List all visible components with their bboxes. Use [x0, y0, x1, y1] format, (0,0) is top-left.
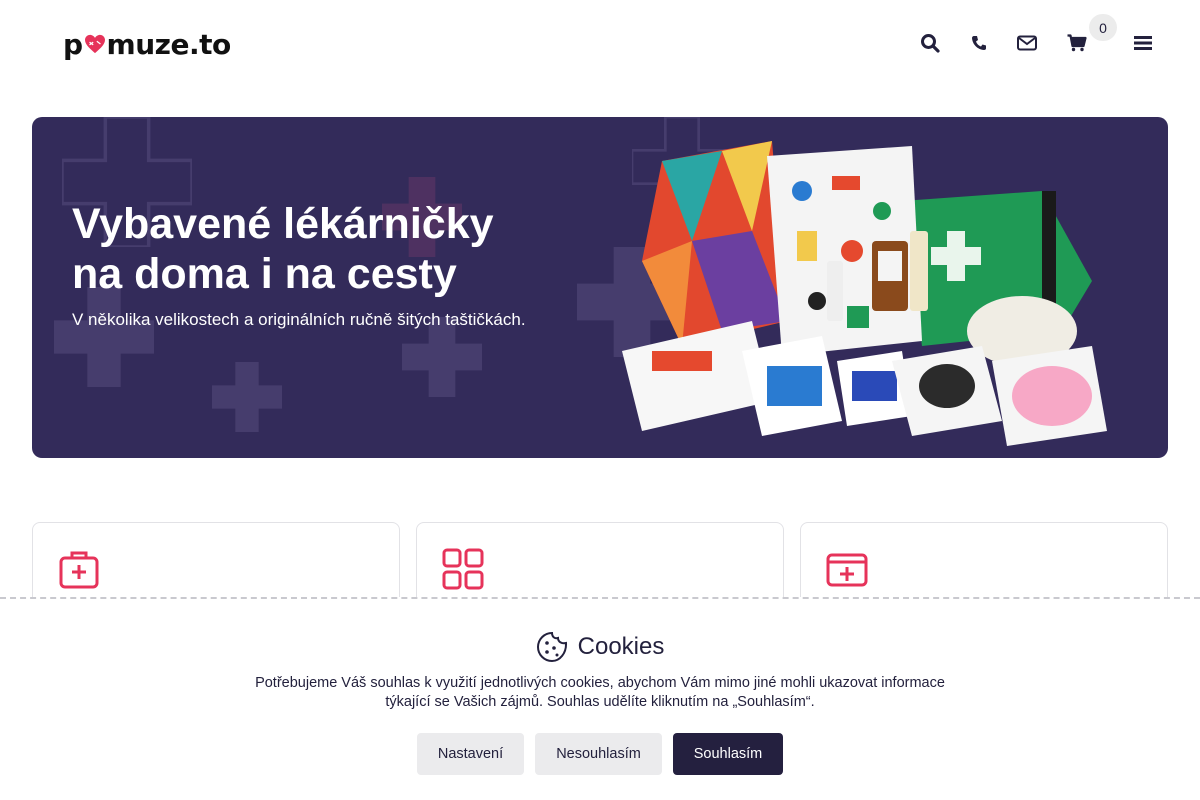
cart-button[interactable]: [1062, 28, 1092, 58]
menu-button[interactable]: [1128, 28, 1158, 58]
phone-icon: [972, 36, 986, 50]
cookie-heading: Cookies: [577, 633, 665, 660]
search-button[interactable]: [915, 28, 945, 58]
phone-button[interactable]: [964, 28, 994, 58]
hero-title: Vybavené lékárničky na doma i na cesty: [72, 199, 592, 299]
medical-bag-icon: [59, 551, 99, 589]
cookie-consent-bar: Cookies Potřebujeme Váš souhlas k využit…: [0, 597, 1200, 800]
cookie-title: Cookies: [0, 631, 1200, 663]
hero-subtitle: V několika velikostech a originálních ru…: [72, 310, 526, 329]
cookie-reject-button[interactable]: Nesouhlasím: [535, 733, 662, 775]
cart-count-badge: 0: [1089, 14, 1117, 41]
cookie-accept-button[interactable]: Souhlasím: [673, 733, 783, 775]
background-cross-icon: [212, 362, 282, 432]
cookie-settings-button[interactable]: Nastavení: [417, 733, 524, 775]
search-icon: [921, 34, 940, 53]
first-aid-kits-image: [622, 141, 1107, 446]
background-cross-icon: [54, 287, 154, 387]
envelope-icon: [1017, 35, 1037, 51]
logo-text-end: muze.to: [106, 27, 232, 61]
hero-title-line1: Vybavené lékárničky: [72, 200, 494, 248]
site-header: p muze.to 0: [0, 0, 1200, 86]
email-button[interactable]: [1012, 28, 1042, 58]
first-aid-card-icon: [826, 553, 868, 587]
logo[interactable]: p muze.to: [63, 26, 231, 62]
hero-title-line2: na doma i na cesty: [72, 250, 457, 298]
cookie-text-line2: týkající se Vašich zájmů. Souhlas udělít…: [385, 694, 815, 710]
cart-icon: [1067, 34, 1087, 52]
heart-logo-icon: [84, 34, 105, 54]
grid-icon: [442, 548, 484, 590]
cookie-icon: [536, 631, 567, 663]
cookie-text-line1: Potřebujeme Váš souhlas k využití jednot…: [255, 675, 945, 691]
logo-text-start: p: [63, 27, 83, 61]
menu-icon: [1134, 36, 1152, 50]
hero-banner[interactable]: Vybavené lékárničky na doma i na cesty V…: [32, 117, 1168, 458]
cookie-description: Potřebujeme Váš souhlas k využití jednot…: [240, 674, 960, 712]
